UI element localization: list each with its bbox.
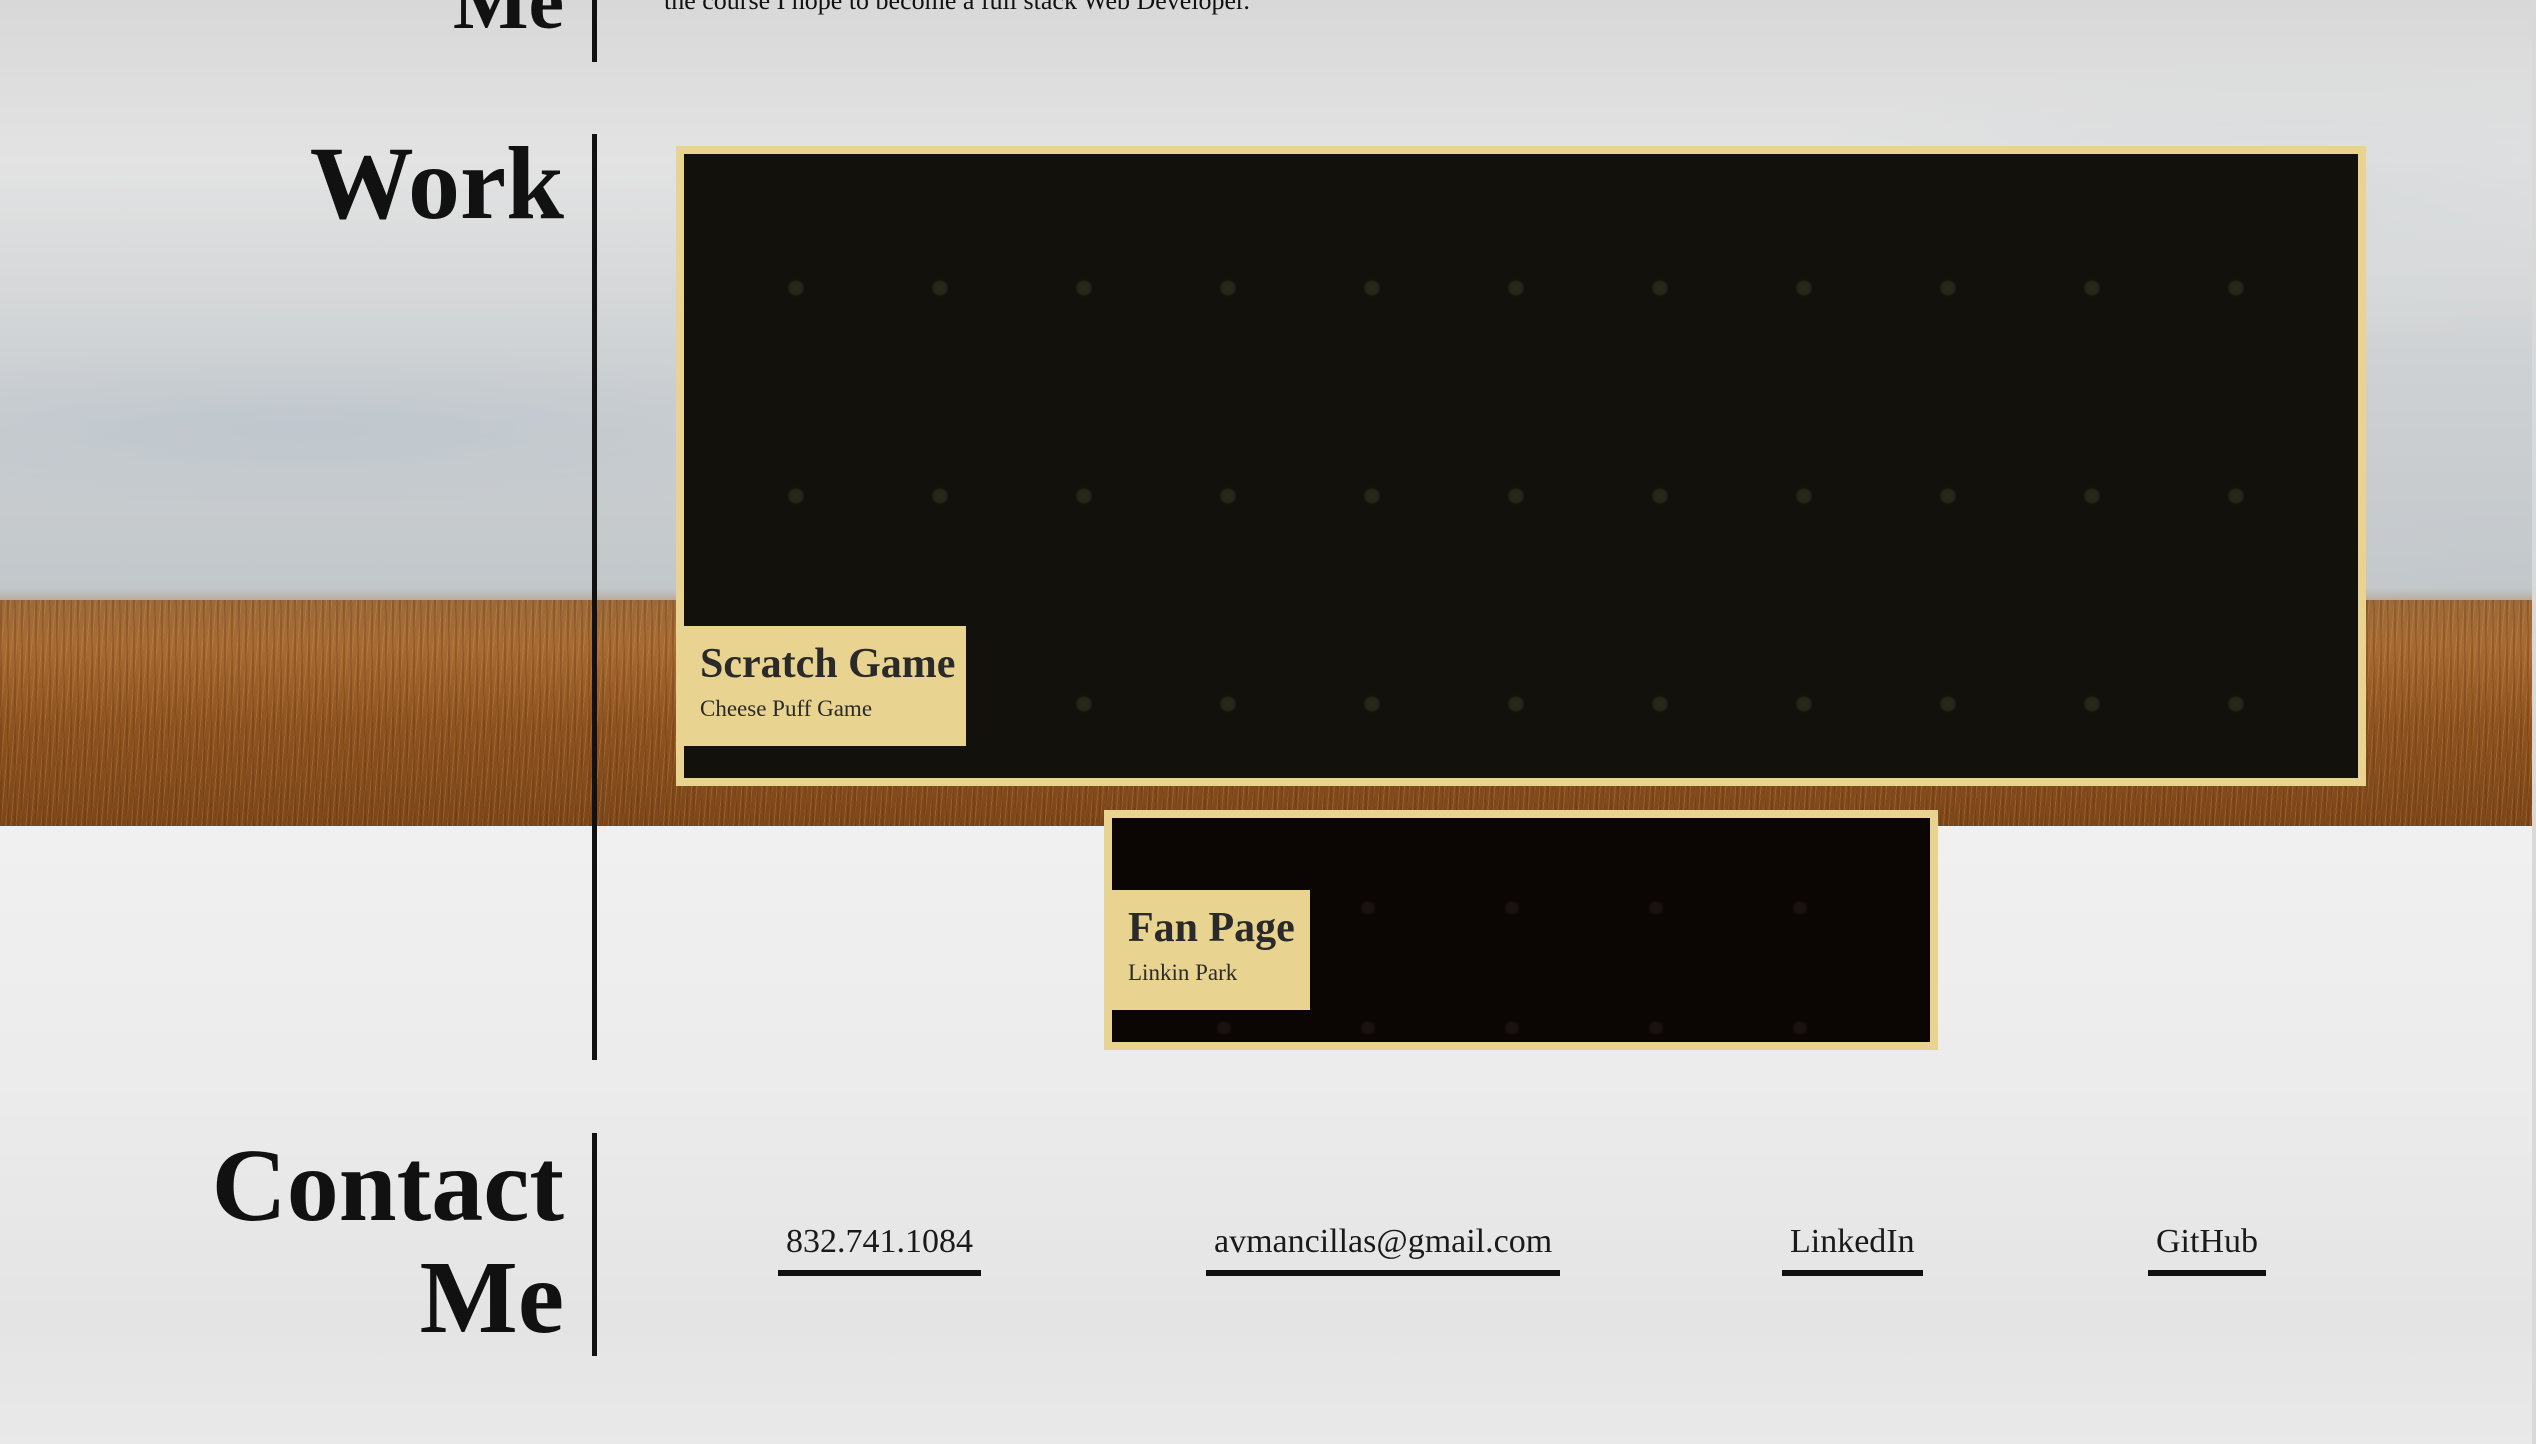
project-subtitle: Linkin Park [1128, 960, 1238, 985]
phone-link[interactable]: 832.741.1084 [778, 1222, 981, 1276]
work-section-title: Work [309, 126, 564, 241]
contact-title-line1: Contact [211, 1128, 564, 1243]
about-text: the course I hope to become a full stack… [664, 0, 1250, 15]
about-section-title: Me [452, 0, 564, 46]
work-divider [592, 134, 597, 1060]
linkedin-link[interactable]: LinkedIn [1782, 1222, 1923, 1276]
about-divider [592, 0, 597, 62]
project-label[interactable]: Fan Page Linkin Park [1112, 890, 1310, 1010]
project-title: Scratch Game [700, 641, 956, 687]
project-card-scratch-game[interactable]: Scratch Game Cheese Puff Game [676, 146, 2366, 786]
project-card-fan-page[interactable]: Fan Page Linkin Park [1104, 810, 1938, 1050]
project-label[interactable]: Scratch Game Cheese Puff Game [684, 626, 966, 746]
contact-divider [592, 1133, 597, 1356]
github-link[interactable]: GitHub [2148, 1222, 2266, 1276]
page-scrollbar[interactable] [2532, 0, 2536, 1444]
project-subtitle: Cheese Puff Game [700, 696, 873, 721]
contact-title-line2: Me [419, 1240, 564, 1355]
project-title: Fan Page [1128, 905, 1295, 951]
contact-section-title: Contact Me [212, 1130, 564, 1354]
portfolio-page: Me the course I hope to become a full st… [0, 0, 2536, 1444]
email-link[interactable]: avmancillas@gmail.com [1206, 1222, 1561, 1276]
